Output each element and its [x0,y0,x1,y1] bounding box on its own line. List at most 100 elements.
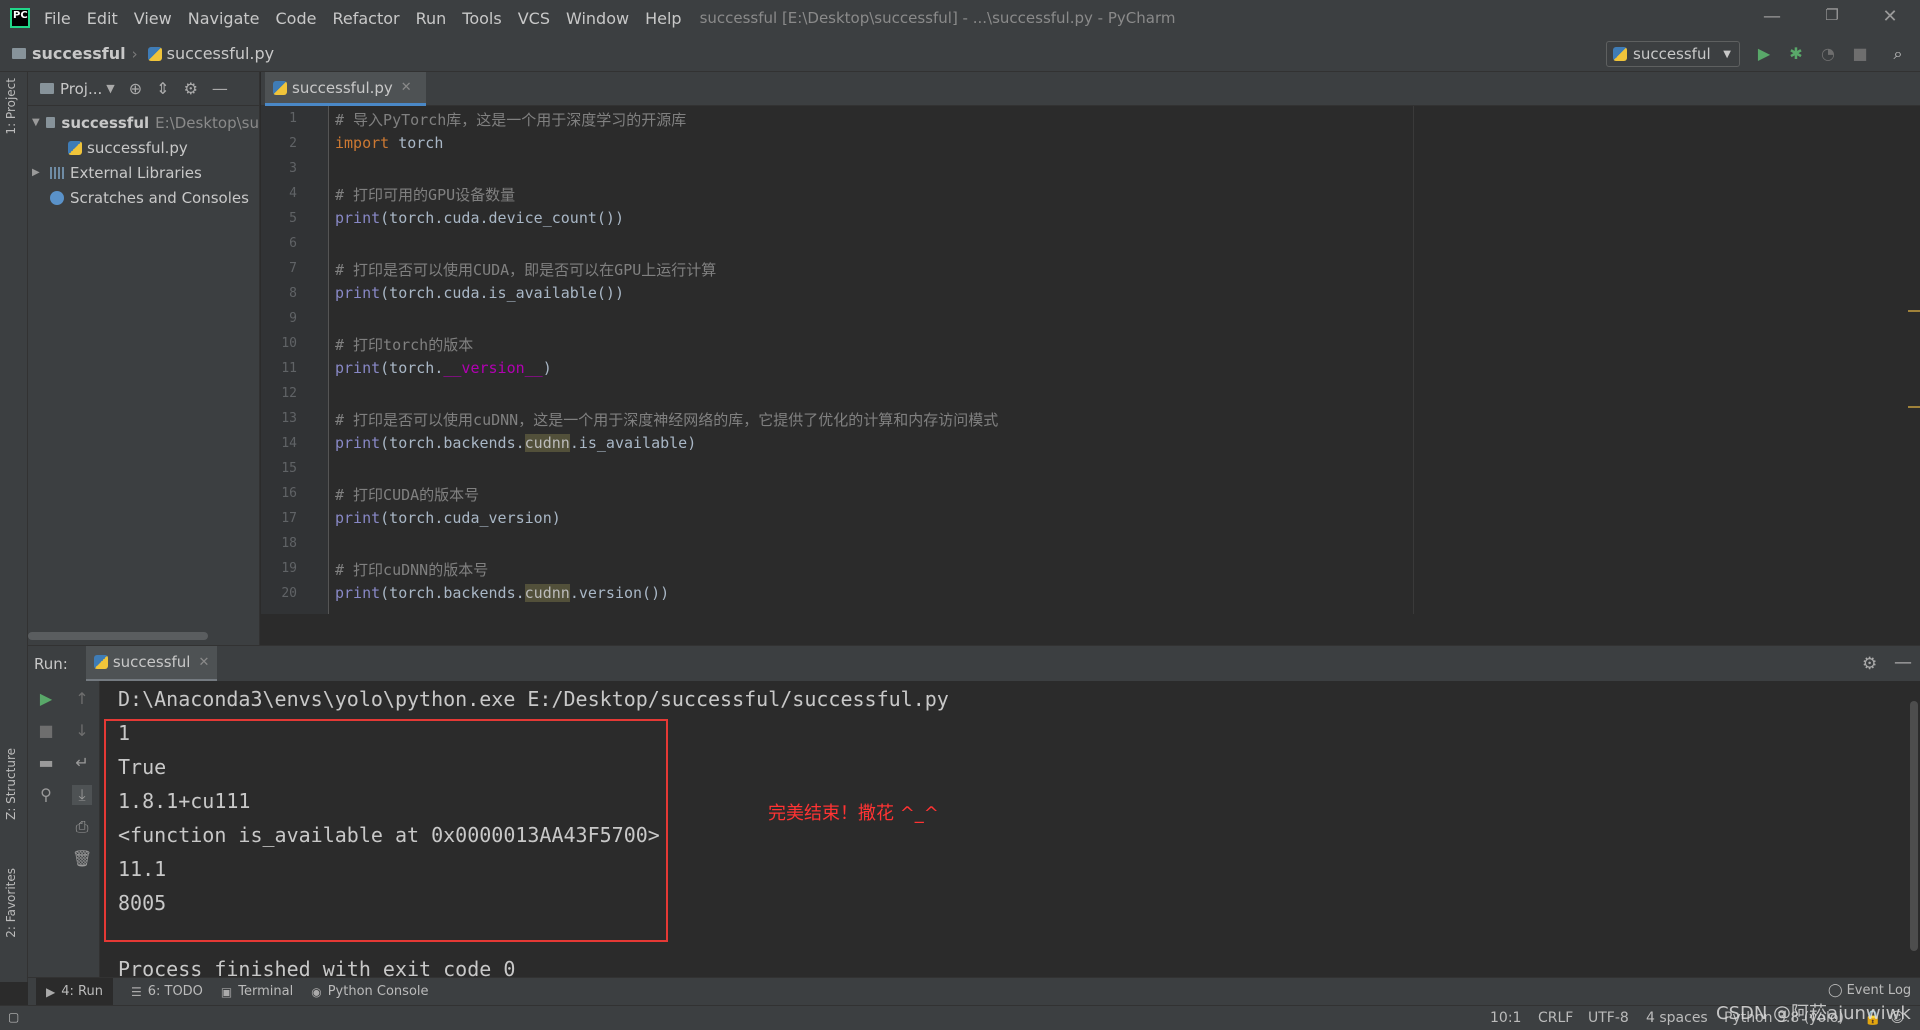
gear-icon[interactable]: ⚙ [184,79,198,98]
coverage-icon[interactable]: ◔ [1818,44,1838,64]
close-window-icon[interactable]: ✕ [1878,6,1902,27]
console-scrollbar-thumb[interactable] [1910,701,1918,951]
arrow-up-icon[interactable]: ↑ [72,689,92,709]
menu-run[interactable]: Run [416,9,447,28]
tree-scratches-label: Scratches and Consoles [70,188,249,207]
code-line: import torch [335,134,443,152]
tree-item-external-libraries[interactable]: ▶ External Libraries [28,160,259,185]
breadcrumb-project[interactable]: successful [32,44,126,63]
navigation-bar: successful › successful.py successful ▼ … [0,36,1920,72]
code-line: print(torch.cuda_version) [335,509,561,527]
code-line: # 导入PyTorch库，这是一个用于深度学习的开源库 [335,109,686,130]
editor-tab-bar: successful.py ✕ [261,72,1920,106]
debug-icon[interactable]: ✱ [1786,44,1806,64]
code-token: (torch.backends. [380,434,525,452]
code-token: # 导入PyTorch库，这是一个用于深度学习的开源库 [335,111,687,129]
tab-run[interactable]: ▶ 4: Run [36,977,113,1006]
restore-window-icon[interactable]: ❐ [1820,6,1844,24]
tree-item-scratches[interactable]: Scratches and Consoles [28,185,259,210]
python-config-icon [1613,47,1627,61]
line-number: 11 [281,361,297,376]
tab-project[interactable]: 1: Project [4,78,18,135]
tab-favorites[interactable]: 2: Favorites [4,868,18,938]
tab-terminal[interactable]: ▣ Terminal [221,984,293,999]
indent-setting[interactable]: 4 spaces [1646,1010,1708,1026]
code-line: print(torch.backends.cudnn.is_available) [335,434,696,452]
event-log-button[interactable]: ◯ Event Log [1828,983,1911,998]
trash-icon[interactable]: 🗑 [72,849,92,869]
menu-refactor[interactable]: Refactor [332,9,399,28]
breadcrumb-file[interactable]: successful.py [167,44,275,63]
minimize-panel-icon[interactable]: — [1894,652,1912,673]
menu-tools[interactable]: Tools [462,9,501,28]
tab-successful-py[interactable]: successful.py ✕ [265,72,426,106]
run-configuration-selector[interactable]: successful ▼ [1606,41,1740,67]
editor-scrollbar[interactable] [1908,106,1920,614]
code-line: # 打印CUDA的版本号 [335,484,479,505]
run-console[interactable]: D:\Anaconda3\envs\yolo\python.exe E:/Des… [100,681,1908,981]
tab-todo-label: 6: TODO [147,984,203,999]
library-icon [50,166,64,179]
menu-help[interactable]: Help [645,9,681,28]
tab-structure[interactable]: Z: Structure [4,748,18,820]
tree-item-file[interactable]: successful.py [28,135,259,160]
line-number: 6 [289,236,297,251]
gear-icon[interactable]: ⚙ [1862,654,1877,674]
tree-file-label: successful.py [87,138,188,157]
close-tab-icon[interactable]: ✕ [401,80,412,95]
hide-panel-icon[interactable]: — [212,79,228,98]
collapsed-arrow-icon[interactable]: ▶ [32,167,44,178]
close-tab-icon[interactable]: ✕ [198,655,209,670]
rerun-icon[interactable]: ▶ [36,689,56,709]
scroll-to-end-icon[interactable]: ⤓ [72,785,92,805]
print-icon[interactable]: ⎙ [72,817,92,837]
menu-file[interactable]: File [44,9,71,28]
menu-navigate[interactable]: Navigate [188,9,260,28]
highlight-box [104,719,668,942]
tree-item-project-root[interactable]: ▼ successful E:\Desktop\su [28,110,259,135]
stop-icon[interactable]: ■ [1850,44,1870,64]
editor-tab-label: successful.py [292,78,393,97]
run-tab[interactable]: successful ✕ [85,645,218,682]
line-separator[interactable]: CRLF [1538,1010,1573,1026]
collapse-all-icon[interactable]: ⇕ [156,79,169,98]
file-encoding[interactable]: UTF-8 [1588,1010,1629,1026]
minimize-window-icon[interactable]: — [1760,6,1784,27]
search-icon[interactable]: ⌕ [1888,44,1908,64]
line-number: 1 [289,111,297,126]
layout-icon[interactable]: ▬ [36,753,56,773]
caret-position[interactable]: 10:1 [1490,1010,1521,1026]
toggle-tool-windows-icon[interactable]: ▢ [8,1010,19,1024]
menu-window[interactable]: Window [566,9,629,28]
console-command: D:\Anaconda3\envs\yolo\python.exe E:/Des… [118,687,949,711]
project-view-selector[interactable]: Proj... [60,80,102,98]
code-token: (torch.cuda.is_available()) [380,284,624,302]
pin-icon[interactable]: ⚲ [36,785,56,805]
tab-todo[interactable]: ☰ 6: TODO [131,984,203,999]
scroll-marker[interactable] [1908,310,1920,312]
tab-python-console[interactable]: ◉ Python Console [311,984,428,999]
arrow-down-icon[interactable]: ↓ [72,721,92,741]
locate-icon[interactable]: ⊕ [129,79,142,98]
run-tab-label: successful [112,653,191,671]
code-editor[interactable]: # 导入PyTorch库，这是一个用于深度学习的开源库 import torch #… [329,106,1909,614]
console-scrollbar[interactable] [1908,681,1920,977]
horizontal-scrollbar[interactable] [28,632,208,640]
stop-icon[interactable]: ■ [36,721,56,741]
expanded-arrow-icon[interactable]: ▼ [32,117,40,128]
code-token: __version__ [443,359,543,377]
soft-wrap-icon[interactable]: ↵ [72,753,92,773]
folder-icon [46,117,56,128]
line-number: 8 [289,286,297,301]
code-token: # 打印是否可以使用CUDA，即是否可以在GPU上运行计算 [335,261,717,279]
line-number: 7 [289,261,297,276]
line-number: 10 [281,336,297,351]
menu-view[interactable]: View [134,9,172,28]
scroll-marker[interactable] [1908,406,1920,408]
line-number: 9 [289,311,297,326]
run-icon[interactable]: ▶ [1754,44,1774,64]
menu-edit[interactable]: Edit [87,9,118,28]
chevron-down-icon[interactable]: ▼ [106,82,114,95]
menu-code[interactable]: Code [276,9,317,28]
menu-vcs[interactable]: VCS [518,9,550,28]
